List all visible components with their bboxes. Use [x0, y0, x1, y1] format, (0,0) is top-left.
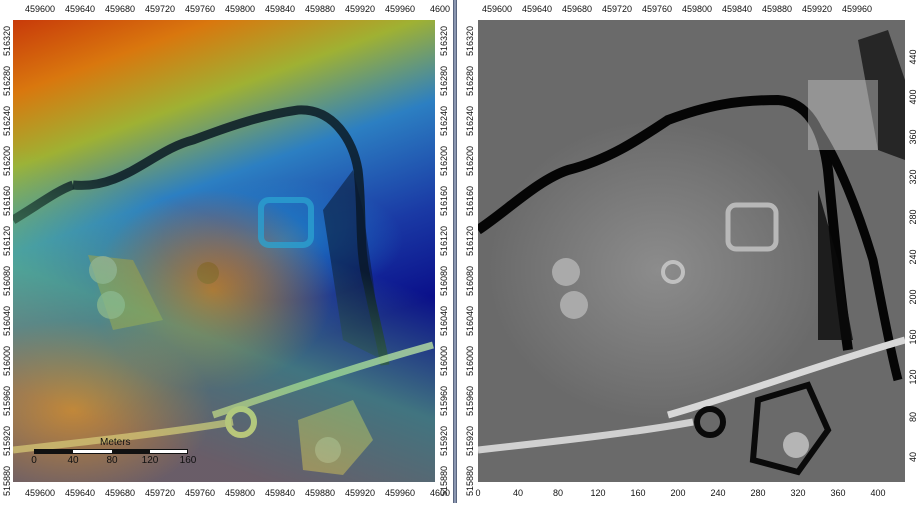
right-x-top-tick-label-5: 459800 [681, 4, 713, 14]
right-x-bottom-tick-label-6: 240 [710, 488, 726, 498]
scale-label-40: 40 [67, 455, 79, 466]
left-x-bottom-tick-label-1: 459640 [64, 488, 96, 498]
left-x-bottom-tick-label-4: 459760 [184, 488, 216, 498]
left-x-top-tick-label-8: 459920 [344, 4, 376, 14]
left-x-top-tick-label-9: 459960 [384, 4, 416, 14]
left-x-bottom-tick-label-8: 459920 [344, 488, 376, 498]
scale-label-0: 0 [31, 455, 37, 466]
left-x-top-tick-label-5: 459800 [224, 4, 256, 14]
scale-label-160: 160 [179, 455, 197, 466]
left-x-bottom-tick-label-3: 459720 [144, 488, 176, 498]
right-x-bottom-tick-label-10: 400 [870, 488, 886, 498]
left-y-axis-right: 516320 516280 516240 516200 516160 516120 5160… [435, 20, 453, 496]
scale-title: Meters [100, 437, 131, 448]
right-y-left-tick-label-11: 515880 [465, 465, 475, 497]
right-y-right-tick-label-10: 40 [907, 452, 918, 463]
right-x-top-tick-label-7: 459880 [761, 4, 793, 14]
elevation-map-view[interactable] [13, 20, 435, 482]
right-y-axis-right: 440 400 360 320 280 240 200 160 120 80 40 [905, 20, 920, 482]
left-y-tick-label-11: 515880 [1, 465, 12, 497]
left-x-top-tick-label-3: 459720 [144, 4, 176, 14]
left-x-bottom-tick-label-6: 459840 [264, 488, 296, 498]
right-x-top-tick-label-2: 459680 [561, 4, 593, 14]
left-y-right-tick-label-11: 515880 [439, 465, 449, 497]
right-x-bottom-tick-label-0: 0 [475, 488, 481, 498]
right-x-top-tick-label-9: 459960 [841, 4, 873, 14]
left-x-top-tick-label-6: 459840 [264, 4, 296, 14]
right-x-axis-top: 459600 459640 459680 459720 459760 459800 4598… [457, 0, 920, 18]
right-x-bottom-tick-label-2: 80 [552, 488, 564, 498]
hillshade-map-view[interactable] [478, 20, 905, 482]
right-x-axis-bottom: 0 40 80 120 160 200 240 280 320 360 400 [457, 484, 920, 502]
left-x-top-tick-label-7: 459880 [304, 4, 336, 14]
right-x-bottom-tick-label-7: 280 [750, 488, 766, 498]
scale-bar: Meters 0 40 80 120 160 [28, 437, 198, 467]
scale-label-120: 120 [141, 455, 159, 466]
left-x-axis-bottom: 459600 459640 459680 459720 459760 459800 4598… [0, 484, 453, 502]
left-x-bottom-tick-label-9: 459960 [384, 488, 416, 498]
right-x-top-tick-label-6: 459840 [721, 4, 753, 14]
right-y-axis-left: 516320 516280 516240 516200 516160 516120 5160… [462, 20, 478, 496]
left-x-top-tick-label-0: 459600 [24, 4, 56, 14]
left-x-top-tick-label-2: 459680 [104, 4, 136, 14]
left-x-bottom-tick-label-5: 459800 [224, 488, 256, 498]
right-x-top-tick-label-1: 459640 [521, 4, 553, 14]
right-x-top-tick-label-3: 459720 [601, 4, 633, 14]
right-x-top-tick-label-0: 459600 [481, 4, 513, 14]
right-x-bottom-tick-label-4: 160 [630, 488, 646, 498]
left-x-bottom-tick-label-7: 459880 [304, 488, 336, 498]
hillshade-features [478, 30, 905, 476]
right-x-bottom-tick-label-8: 320 [790, 488, 806, 498]
elevation-features [13, 105, 434, 475]
left-x-top-tick-label-1: 459640 [64, 4, 96, 14]
right-x-bottom-tick-label-1: 40 [512, 488, 524, 498]
left-x-top-tick-label-4: 459760 [184, 4, 216, 14]
right-x-top-tick-label-8: 459920 [801, 4, 833, 14]
left-x-bottom-tick-label-2: 459680 [104, 488, 136, 498]
left-x-axis-top: 459600 459640 459680 459720 459760 459800 4598… [0, 0, 453, 18]
right-x-bottom-tick-label-5: 200 [670, 488, 686, 498]
scale-label-80: 80 [106, 455, 118, 466]
left-y-axis: 516320 516280 516240 516200 516160 516120 5160… [0, 20, 13, 496]
scale-bar-graphic [34, 449, 188, 454]
right-x-bottom-tick-label-3: 120 [590, 488, 606, 498]
right-x-top-tick-label-4: 459760 [641, 4, 673, 14]
left-x-bottom-tick-label-0: 459600 [24, 488, 56, 498]
right-x-bottom-tick-label-9: 360 [830, 488, 846, 498]
